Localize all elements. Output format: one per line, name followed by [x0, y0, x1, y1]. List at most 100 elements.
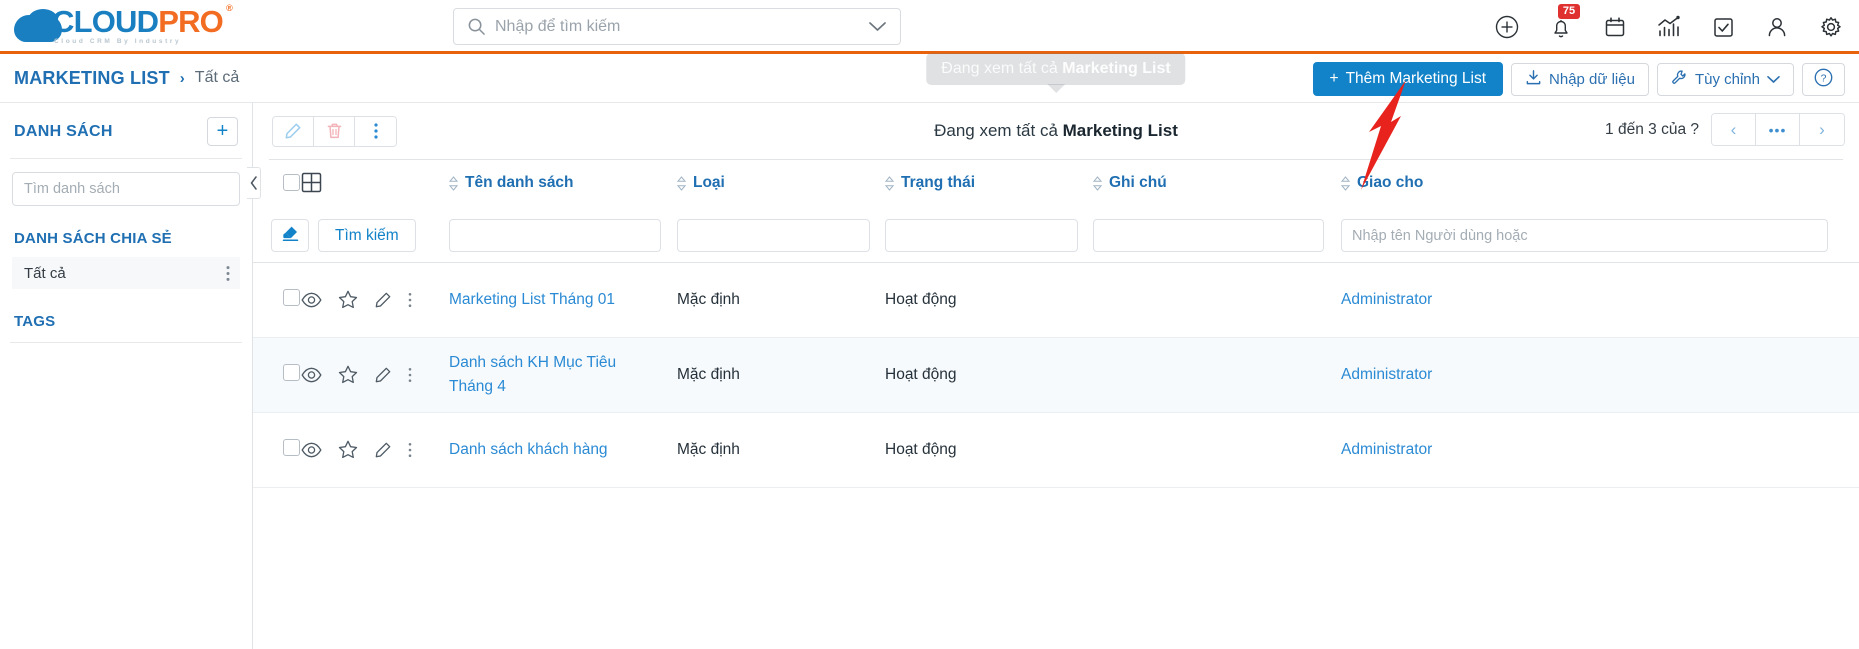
- logo-text: CLOUDPRO ® Cloud CRM By Industry: [52, 4, 233, 46]
- favorite-star-icon[interactable]: [338, 290, 358, 309]
- table-row[interactable]: Danh sách KH Mục Tiêu Tháng 4 Mặc định H…: [253, 337, 1859, 412]
- column-header-note-label: Ghi chú: [1109, 174, 1167, 192]
- cell-note: [1093, 262, 1341, 337]
- row-checkbox[interactable]: [283, 363, 300, 381]
- edit-pencil-icon[interactable]: [374, 366, 392, 384]
- delete-records-button[interactable]: [314, 116, 355, 146]
- analytics-icon[interactable]: [1655, 13, 1683, 41]
- global-search[interactable]: [453, 8, 901, 45]
- cell-note: [1093, 337, 1341, 412]
- row-actions-cell: [301, 337, 449, 412]
- row-kebab-icon[interactable]: [408, 442, 412, 458]
- column-header-owner[interactable]: Giao cho: [1341, 160, 1859, 210]
- user-icon[interactable]: [1763, 13, 1791, 41]
- add-list-button[interactable]: +: [207, 117, 238, 146]
- sort-icon: [677, 175, 686, 191]
- edit-pencil-icon[interactable]: [374, 291, 392, 309]
- sidebar-collapse-button[interactable]: [247, 167, 261, 199]
- calendar-icon[interactable]: [1601, 13, 1629, 41]
- bell-icon[interactable]: 75: [1547, 4, 1580, 41]
- import-data-button[interactable]: Nhập dữ liệu: [1511, 62, 1649, 96]
- pagination-prev-button[interactable]: ‹: [1712, 114, 1756, 145]
- edit-records-button[interactable]: [273, 116, 314, 146]
- edit-pencil-icon[interactable]: [374, 441, 392, 459]
- sort-icon: [1093, 175, 1102, 191]
- column-header-type[interactable]: Loại: [677, 160, 885, 210]
- row-checkbox[interactable]: [283, 288, 300, 306]
- cell-list-name[interactable]: Marketing List Tháng 01: [449, 262, 677, 337]
- tags-section-label: TAGS: [14, 313, 56, 330]
- row-actions-cell: [301, 262, 449, 337]
- sidebar-title: DANH SÁCH: [14, 122, 113, 140]
- gear-icon[interactable]: [1817, 13, 1845, 41]
- pagination-next-button[interactable]: ›: [1800, 114, 1844, 145]
- filter-input-type[interactable]: [677, 219, 871, 253]
- add-marketing-list-button[interactable]: + Thêm Marketing List: [1312, 62, 1504, 96]
- breadcrumb-current: Tất cả: [194, 69, 240, 86]
- table-row[interactable]: Marketing List Tháng 01 Mặc định Hoạt độ…: [253, 262, 1859, 337]
- sidebar-item-tat-ca[interactable]: Tất cả: [12, 257, 240, 289]
- help-button[interactable]: ?: [1802, 62, 1845, 96]
- view-tooltip-entity: Marketing List: [1062, 60, 1171, 77]
- help-circle-icon: ?: [1813, 67, 1834, 92]
- list-toolbar: Đang xem tất cả Marketing List Đang xem …: [253, 53, 1859, 159]
- eraser-icon: [281, 224, 300, 248]
- column-header-status-label: Trạng thái: [901, 174, 976, 192]
- preview-eye-icon[interactable]: [301, 442, 322, 458]
- more-actions-button[interactable]: [355, 116, 396, 146]
- breadcrumb-separator-icon: ›: [179, 69, 185, 87]
- sidebar-search[interactable]: [12, 172, 240, 206]
- pagination: 1 đến 3 của ? ‹ ••• ›: [1605, 113, 1845, 146]
- column-chooser-icon[interactable]: [301, 172, 322, 197]
- row-kebab-icon[interactable]: [408, 292, 412, 308]
- preview-eye-icon[interactable]: [301, 292, 322, 308]
- cell-type: Mặc định: [677, 365, 740, 383]
- svg-text:?: ?: [1821, 72, 1827, 84]
- cell-owner[interactable]: Administrator: [1341, 262, 1859, 337]
- filter-input-status[interactable]: [885, 219, 1079, 253]
- column-header-status[interactable]: Trạng thái: [885, 160, 1093, 210]
- wrench-icon: [1671, 69, 1688, 90]
- select-all-checkbox[interactable]: [283, 174, 300, 191]
- chevron-down-icon[interactable]: [869, 21, 886, 32]
- filter-input-name[interactable]: [449, 219, 662, 253]
- search-icon: [467, 17, 486, 36]
- customize-button[interactable]: Tùy chỉnh: [1656, 62, 1794, 96]
- filter-cell-note: [1093, 210, 1341, 263]
- breadcrumb-module[interactable]: MARKETING LIST: [14, 68, 170, 89]
- add-marketing-list-label: Thêm Marketing List: [1345, 70, 1487, 87]
- sidebar-search-input[interactable]: [24, 181, 228, 197]
- left-sidebar: DANH SÁCH + DANH SÁCH CHIA SẺ Tất cả TAG…: [0, 103, 253, 649]
- kebab-menu-icon[interactable]: [226, 265, 230, 282]
- add-circle-icon[interactable]: [1493, 13, 1521, 41]
- shared-lists-section-label: DANH SÁCH CHIA SẺ: [14, 230, 172, 247]
- cell-status: Hoạt động: [885, 440, 957, 458]
- cell-type: Mặc định: [677, 290, 740, 308]
- table-row[interactable]: Danh sách khách hàng Mặc định Hoạt động …: [253, 412, 1859, 487]
- row-kebab-icon[interactable]: [408, 367, 412, 383]
- column-header-note[interactable]: Ghi chú: [1093, 160, 1341, 210]
- app-header: CLOUDPRO ® Cloud CRM By Industry 75: [0, 0, 1859, 54]
- favorite-star-icon[interactable]: [338, 440, 358, 459]
- customize-label: Tùy chỉnh: [1694, 70, 1760, 88]
- column-header-name[interactable]: Tên danh sách: [449, 160, 677, 210]
- cell-list-name[interactable]: Danh sách khách hàng: [449, 412, 677, 487]
- task-check-icon[interactable]: [1709, 13, 1737, 41]
- cell-list-name[interactable]: Danh sách KH Mục Tiêu Tháng 4: [449, 337, 677, 412]
- cell-owner[interactable]: Administrator: [1341, 337, 1859, 412]
- filter-input-note[interactable]: [1093, 219, 1324, 253]
- filter-cell-name: [449, 210, 677, 263]
- cell-owner[interactable]: Administrator: [1341, 412, 1859, 487]
- preview-eye-icon[interactable]: [301, 367, 322, 383]
- view-title-entity: Marketing List: [1062, 121, 1178, 140]
- row-checkbox[interactable]: [283, 438, 300, 456]
- view-title-prefix: Đang xem tất cả: [934, 121, 1063, 140]
- pagination-more-button[interactable]: •••: [1756, 114, 1800, 145]
- global-search-input[interactable]: [495, 17, 869, 36]
- clear-filters-button[interactable]: [271, 219, 309, 253]
- app-logo[interactable]: CLOUDPRO ® Cloud CRM By Industry: [14, 0, 233, 53]
- search-filter-button[interactable]: Tìm kiếm: [318, 219, 416, 253]
- filter-input-owner[interactable]: [1341, 219, 1828, 253]
- favorite-star-icon[interactable]: [338, 365, 358, 384]
- logo-text-cloud: CLOUD: [52, 4, 159, 39]
